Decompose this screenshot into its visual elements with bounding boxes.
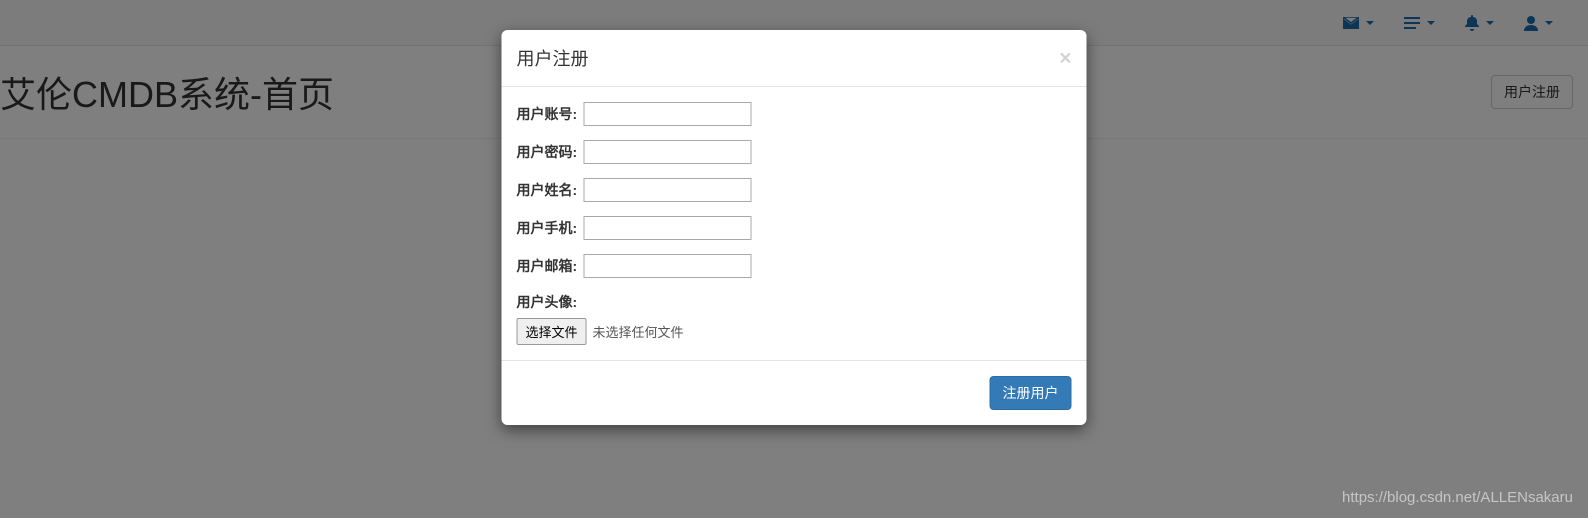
- modal-body: 用户账号: 用户密码: 用户姓名: 用户手机: 用户邮箱: 用户头像: 选择文件…: [502, 87, 1087, 360]
- name-input[interactable]: [583, 178, 751, 202]
- email-input[interactable]: [583, 254, 751, 278]
- phone-input[interactable]: [583, 216, 751, 240]
- avatar-label: 用户头像:: [517, 292, 1072, 312]
- submit-button[interactable]: 注册用户: [990, 376, 1072, 410]
- password-label: 用户密码:: [517, 142, 578, 162]
- modal-footer: 注册用户: [502, 360, 1087, 425]
- account-label: 用户账号:: [517, 104, 578, 124]
- modal-header: 用户注册 ×: [502, 30, 1087, 87]
- watermark: https://blog.csdn.net/ALLENsakaru: [1342, 489, 1573, 506]
- phone-label: 用户手机:: [517, 218, 578, 238]
- close-button[interactable]: ×: [1059, 48, 1071, 69]
- modal-title: 用户注册: [517, 45, 589, 71]
- name-label: 用户姓名:: [517, 180, 578, 200]
- register-modal: 用户注册 × 用户账号: 用户密码: 用户姓名: 用户手机: 用户邮箱: 用户头…: [502, 30, 1087, 425]
- file-status: 未选择任何文件: [593, 322, 684, 341]
- account-input[interactable]: [583, 102, 751, 126]
- choose-file-button[interactable]: 选择文件: [517, 318, 587, 345]
- password-input[interactable]: [583, 140, 751, 164]
- close-icon: ×: [1059, 47, 1071, 70]
- email-label: 用户邮箱:: [517, 256, 578, 276]
